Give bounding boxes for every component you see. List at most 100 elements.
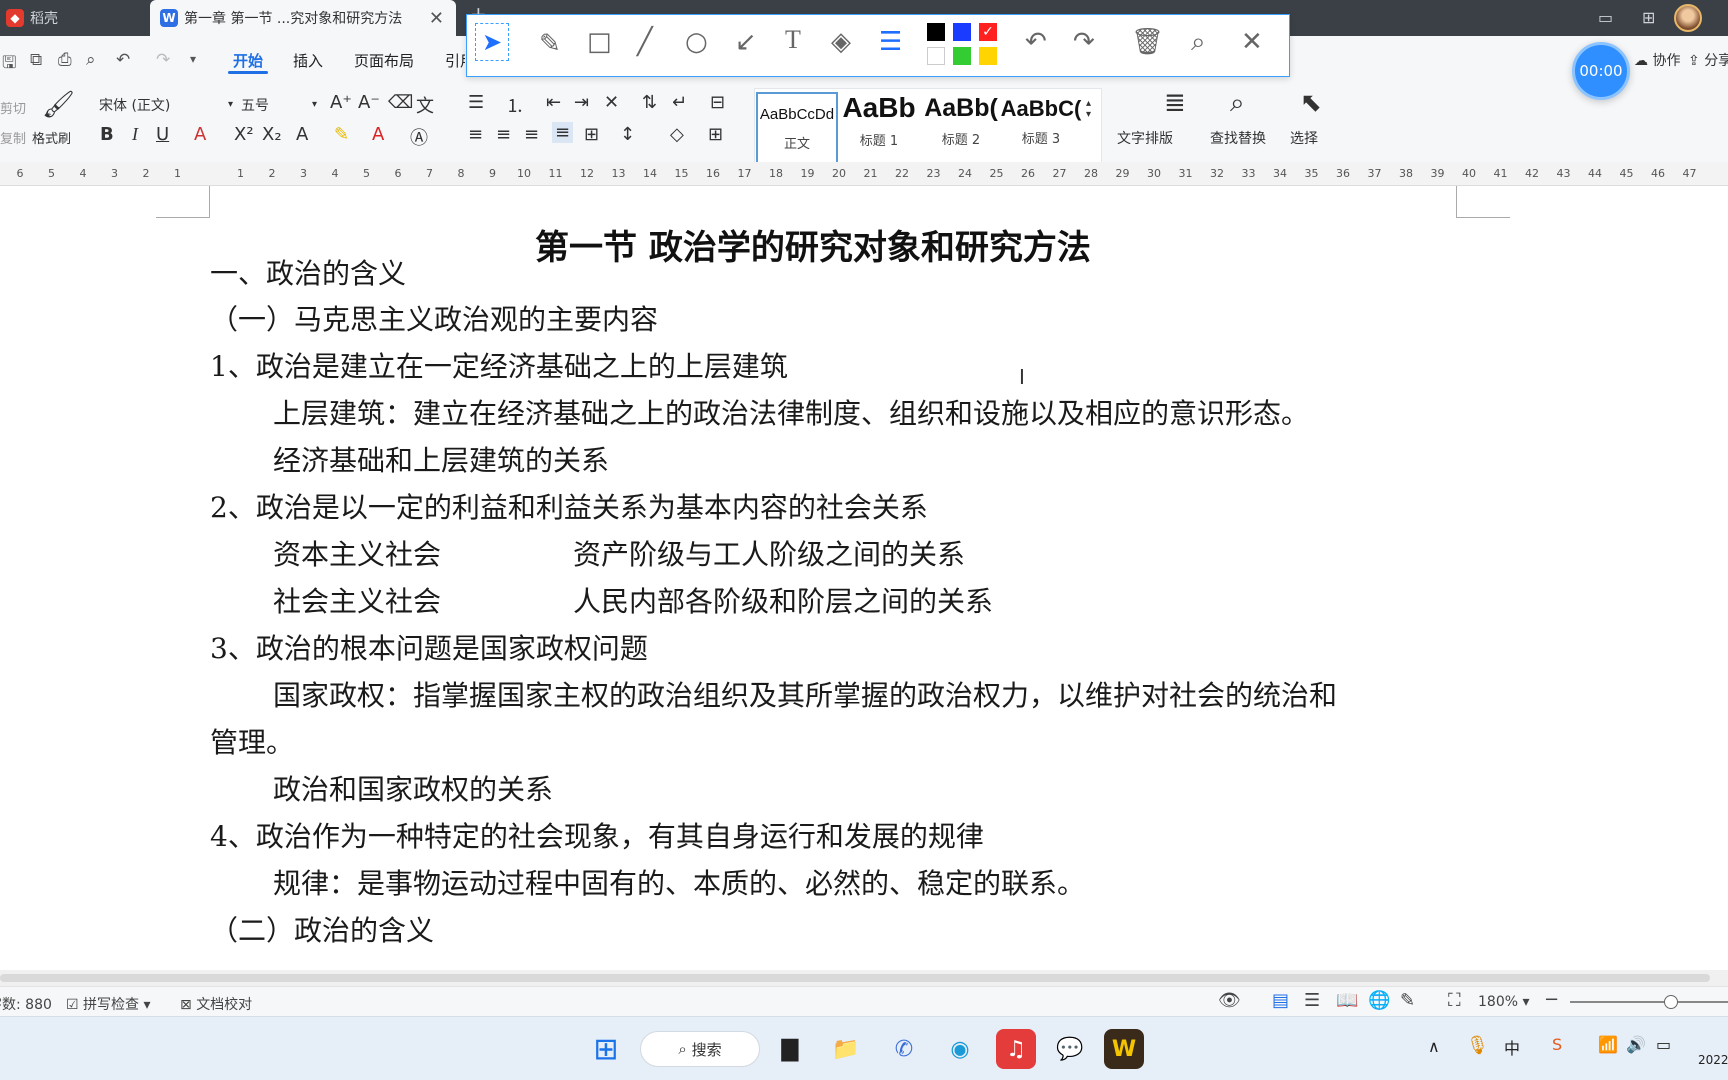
menu-home[interactable]: 开始 xyxy=(233,50,263,71)
horizontal-ruler[interactable]: 6 5 4 3 2 1 1 2 3 4 5 6 7 8 9 10 11 12 13 14 15 16 17 18 19 20 21 2… xyxy=(0,162,1728,186)
file-explorer-icon[interactable]: 📁 xyxy=(826,1029,866,1069)
layout-icon[interactable]: ▭ xyxy=(1598,8,1613,27)
zoom-level[interactable]: 180% ▾ xyxy=(1478,994,1530,1010)
menu-reference[interactable]: 引用 xyxy=(445,50,465,71)
text-layout-button[interactable]: 文字排版 xyxy=(1117,128,1173,148)
menu-insert[interactable]: 插入 xyxy=(293,50,323,71)
ime-icon[interactable]: 中 xyxy=(1504,1035,1520,1059)
find-replace-button[interactable]: 查找替换 xyxy=(1210,128,1266,148)
arrow-icon[interactable]: ↙ xyxy=(735,27,757,57)
print-preview-icon[interactable]: ⌕ xyxy=(86,50,96,70)
volume-icon[interactable]: 🔊 xyxy=(1626,1035,1646,1054)
clear-format-icon[interactable]: ⌫ xyxy=(388,92,413,113)
horizontal-scrollbar[interactable] xyxy=(0,970,1728,986)
paragraph-mark-icon[interactable]: ↵ xyxy=(672,92,687,113)
avatar[interactable] xyxy=(1674,4,1702,32)
font-size-select[interactable]: 五号 ▾ xyxy=(236,92,322,116)
align-right-icon[interactable]: ≡ xyxy=(524,124,539,145)
increase-indent-icon[interactable]: ⇥ xyxy=(574,92,589,113)
style-gallery-more-icon[interactable]: ▴ ▾ xyxy=(1086,98,1091,120)
subscript-icon[interactable]: X₂ xyxy=(262,124,282,145)
zoom-slider[interactable] xyxy=(1570,995,1728,1009)
undo-icon[interactable]: ↶ xyxy=(116,50,130,70)
write-view-icon[interactable]: ✎ xyxy=(1400,990,1415,1011)
chinese-layout-icon[interactable]: ✕ xyxy=(604,92,619,113)
scrollbar-thumb[interactable] xyxy=(0,974,1710,982)
redo-icon[interactable]: ↷ xyxy=(156,50,170,70)
clock[interactable]: 2022 xyxy=(1698,1053,1728,1067)
proofread-button[interactable]: ⊠ 文档校对 xyxy=(180,994,252,1014)
decrease-indent-icon[interactable]: ⇤ xyxy=(546,92,561,113)
page-view-icon[interactable]: ▤ xyxy=(1272,990,1289,1011)
grow-font-icon[interactable]: A⁺ xyxy=(330,92,352,113)
pointer-icon[interactable]: ➤ xyxy=(475,23,510,61)
rectangle-icon[interactable]: □ xyxy=(587,27,612,57)
eye-protect-icon[interactable]: 👁 xyxy=(1218,990,1241,1011)
cut-button[interactable]: 剪切 xyxy=(0,98,26,117)
color-swatch-black[interactable] xyxy=(927,23,945,41)
web-view-icon[interactable]: 🌐 xyxy=(1368,990,1390,1011)
text-effect-icon[interactable]: A xyxy=(296,124,308,145)
apps-grid-icon[interactable]: ⊞ xyxy=(1642,8,1655,27)
color-swatch-white[interactable] xyxy=(927,47,945,65)
collab-button[interactable]: ☁ 协作 xyxy=(1634,50,1680,70)
line-width-icon[interactable]: ☰ xyxy=(879,27,902,57)
bold-icon[interactable]: B xyxy=(100,124,114,145)
color-swatch-red[interactable]: ✓ xyxy=(979,23,997,41)
read-view-icon[interactable]: 📖 xyxy=(1336,990,1358,1011)
outline-view-icon[interactable]: ☰ xyxy=(1304,990,1320,1011)
fit-page-icon[interactable]: ⛶ xyxy=(1448,990,1461,1011)
save-icon[interactable]: 🖫 xyxy=(2,50,16,79)
ellipse-icon[interactable]: ○ xyxy=(685,27,708,57)
battery-icon[interactable]: ▭ xyxy=(1656,1035,1671,1054)
edge-browser-icon[interactable]: ◉ xyxy=(940,1029,980,1069)
share-button[interactable]: ⇪ 分享 xyxy=(1688,50,1728,70)
microphone-icon[interactable]: 🎙 xyxy=(1466,1035,1489,1056)
menu-layout[interactable]: 页面布局 xyxy=(354,50,414,71)
windows-start-icon[interactable]: ⊞ xyxy=(586,1029,626,1069)
delete-icon[interactable]: 🗑 xyxy=(1131,27,1164,57)
wps-app-icon[interactable]: W xyxy=(1104,1029,1144,1069)
copy-button[interactable]: 复制 xyxy=(0,128,26,147)
font-color-icon[interactable]: A xyxy=(372,124,384,145)
line-icon[interactable]: ╱ xyxy=(637,27,653,57)
music-app-icon[interactable]: ♫ xyxy=(996,1029,1036,1069)
numbered-list-icon[interactable]: ⒈ xyxy=(506,92,524,118)
close-icon[interactable]: ✕ xyxy=(1241,27,1263,57)
color-swatch-yellow[interactable] xyxy=(979,47,997,65)
sort-icon[interactable]: ⇅ xyxy=(642,92,657,113)
sogou-ime-icon[interactable]: S xyxy=(1552,1035,1562,1054)
print-icon[interactable]: ⎙ xyxy=(58,50,72,70)
color-swatch-blue[interactable] xyxy=(953,23,971,41)
close-tab-icon[interactable]: ✕ xyxy=(429,8,444,29)
borders-icon[interactable]: ⊞ xyxy=(708,124,723,145)
underline-icon[interactable]: U xyxy=(156,124,169,145)
distribute-icon[interactable]: ⊞ xyxy=(584,124,599,145)
wifi-icon[interactable]: 📶 xyxy=(1598,1035,1618,1054)
highlight-icon[interactable]: ✎ xyxy=(334,124,349,145)
tab-docer[interactable]: ◆ 稻壳 xyxy=(0,0,150,36)
strikethrough-icon[interactable]: A xyxy=(194,124,206,145)
spell-check-button[interactable]: ☑ 拼写检查 ▾ xyxy=(66,994,151,1014)
justify-icon[interactable]: ≡ xyxy=(552,122,574,143)
tray-chevron-up-icon[interactable]: ∧ xyxy=(1428,1037,1440,1056)
taskbar-search[interactable]: ⌕ 搜索 xyxy=(640,1031,760,1067)
color-swatch-green[interactable] xyxy=(953,47,971,65)
line-spacing-icon[interactable]: ↕ xyxy=(620,124,635,145)
word-count[interactable]: 字数: 880 xyxy=(0,994,52,1014)
phone-app-icon[interactable]: ✆ xyxy=(884,1029,924,1069)
format-painter-button[interactable]: 格式刷 xyxy=(32,128,71,147)
shading-icon[interactable]: ◇ xyxy=(670,124,684,145)
chat-app-icon[interactable]: 💬 xyxy=(1050,1029,1090,1069)
pen-icon[interactable]: ✎ xyxy=(539,29,561,59)
zoom-slider-thumb[interactable] xyxy=(1664,995,1678,1009)
align-left-icon[interactable]: ≡ xyxy=(468,124,483,145)
zoom-icon[interactable]: ⌕ xyxy=(1191,27,1206,58)
superscript-icon[interactable]: X² xyxy=(234,124,254,145)
select-button[interactable]: 选择 xyxy=(1290,128,1318,148)
char-border-icon[interactable]: Ⓐ xyxy=(410,124,428,150)
eraser-icon[interactable]: ◈ xyxy=(831,27,851,57)
table-icon[interactable]: ⊟ xyxy=(710,92,725,113)
undo-icon[interactable]: ↶ xyxy=(1025,27,1047,57)
tab-document[interactable]: W 第一章 第一节 ...究对象和研究方法 ✕ xyxy=(150,0,456,36)
